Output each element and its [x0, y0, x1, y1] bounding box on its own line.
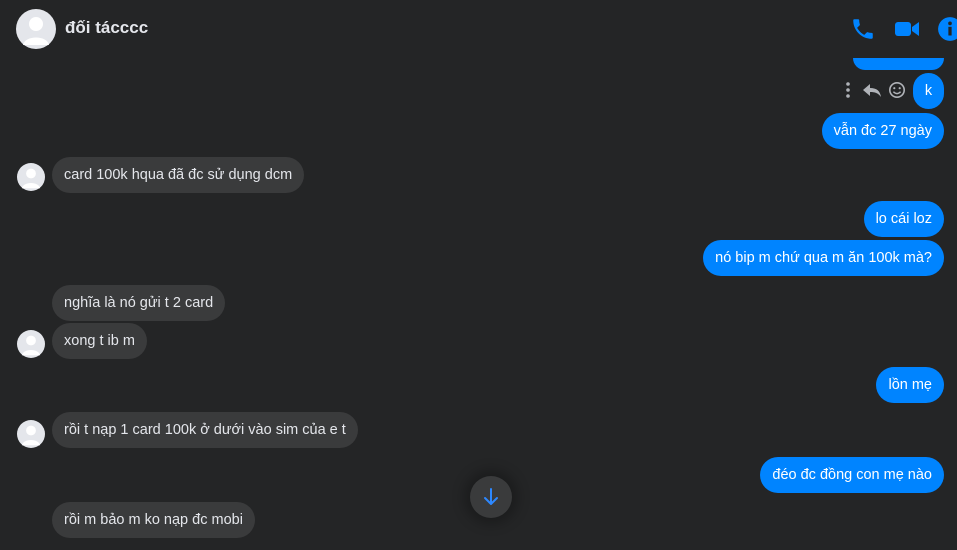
message-bubble-outgoing[interactable]: lo cái loz: [863, 201, 944, 237]
message-bubble-outgoing[interactable]: k: [913, 73, 944, 109]
sender-avatar[interactable]: [17, 330, 45, 358]
more-vertical-icon[interactable]: [844, 80, 852, 100]
contact-name[interactable]: đối tácccc: [65, 18, 148, 38]
person-avatar-icon: [17, 330, 45, 358]
phone-icon[interactable]: [850, 16, 876, 42]
message-actions: [838, 80, 908, 100]
message-bubble-incoming[interactable]: rồi t nạp 1 card 100k ở dưới vào sim của…: [52, 412, 358, 448]
reply-icon[interactable]: [862, 80, 882, 100]
smiley-icon[interactable]: [888, 80, 906, 100]
message-bubble-incoming[interactable]: xong t ib m: [52, 323, 147, 359]
contact-avatar[interactable]: [16, 9, 56, 49]
message-bubble-incoming[interactable]: card 100k hqua đã đc sử dụng dcm: [52, 157, 305, 193]
message-bubble-outgoing[interactable]: lồn mẹ: [876, 367, 944, 403]
message-bubble-outgoing[interactable]: đéo đc đồng con mẹ nào: [760, 457, 944, 493]
previous-message-bubble: [853, 58, 944, 70]
video-camera-icon[interactable]: [894, 16, 920, 42]
scroll-to-bottom-button[interactable]: [470, 476, 512, 518]
message-bubble-incoming[interactable]: rồi m bảo m ko nạp đc mobi: [52, 502, 255, 538]
message-bubble-outgoing[interactable]: vẫn đc 27 ngày: [821, 113, 944, 149]
message-bubble-incoming[interactable]: nghĩa là nó gửi t 2 card: [52, 285, 226, 321]
arrow-down-icon: [484, 488, 498, 505]
sender-avatar[interactable]: [17, 163, 45, 191]
message-bubble-outgoing[interactable]: nó bip m chứ qua m ăn 100k mà?: [703, 240, 944, 276]
sender-avatar[interactable]: [17, 420, 45, 448]
person-avatar-icon: [17, 420, 45, 448]
conversation-header: đối tácccc: [0, 0, 957, 60]
person-avatar-icon: [17, 163, 45, 191]
info-icon[interactable]: [937, 16, 957, 42]
person-avatar-icon: [16, 9, 56, 49]
